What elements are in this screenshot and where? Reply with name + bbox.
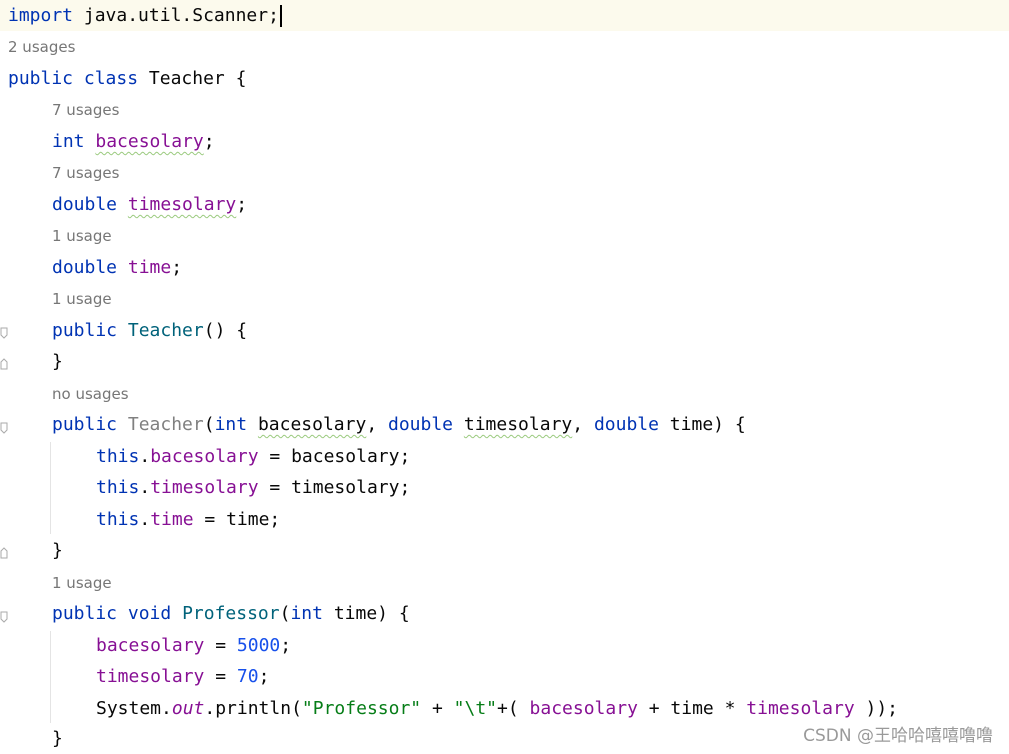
watermark: CSDN @王哈哈嘻嘻噜噜: [803, 726, 993, 746]
code-line-class-declaration[interactable]: public class Teacher {: [0, 63, 1009, 94]
usage-hint[interactable]: no usages: [52, 379, 129, 410]
usage-hint[interactable]: 7 usages: [52, 158, 119, 189]
text-cursor: [279, 5, 282, 27]
code-line-assign-time[interactable]: this.time = time;: [0, 504, 1009, 535]
usage-hint[interactable]: 1 usage: [52, 568, 112, 599]
code-line-field-timesolary[interactable]: double timesolary;: [0, 189, 1009, 220]
code-line-constructor-default[interactable]: public Teacher() {: [0, 315, 1009, 346]
code-line-assign-timesolary[interactable]: this.timesolary = timesolary;: [0, 472, 1009, 503]
usage-hint[interactable]: 1 usage: [52, 284, 112, 315]
code-line-closing-brace[interactable]: }: [0, 535, 1009, 566]
usage-hint[interactable]: 7 usages: [52, 95, 119, 126]
usage-hint[interactable]: 2 usages: [8, 32, 75, 63]
code-line-import[interactable]: import java.util.Scanner;: [0, 0, 1009, 31]
code-line-method-professor[interactable]: public void Professor(int time) {: [0, 598, 1009, 629]
code-line-println[interactable]: System.out.println("Professor" + "\t"+( …: [0, 693, 1009, 724]
code-line-set-bacesolary[interactable]: bacesolary = 5000;: [0, 630, 1009, 661]
code-line-closing-brace[interactable]: }: [0, 346, 1009, 377]
code-line-constructor-params[interactable]: public Teacher(int bacesolary, double ti…: [0, 409, 1009, 440]
code-editor[interactable]: import java.util.Scanner; 2 usages publi…: [0, 0, 1009, 754]
code-line-assign-bacesolary[interactable]: this.bacesolary = bacesolary;: [0, 441, 1009, 472]
code-line-field-time[interactable]: double time;: [0, 252, 1009, 283]
code-line-set-timesolary[interactable]: timesolary = 70;: [0, 661, 1009, 692]
code-line-field-bacesolary[interactable]: int bacesolary;: [0, 126, 1009, 157]
usage-hint[interactable]: 1 usage: [52, 221, 112, 252]
